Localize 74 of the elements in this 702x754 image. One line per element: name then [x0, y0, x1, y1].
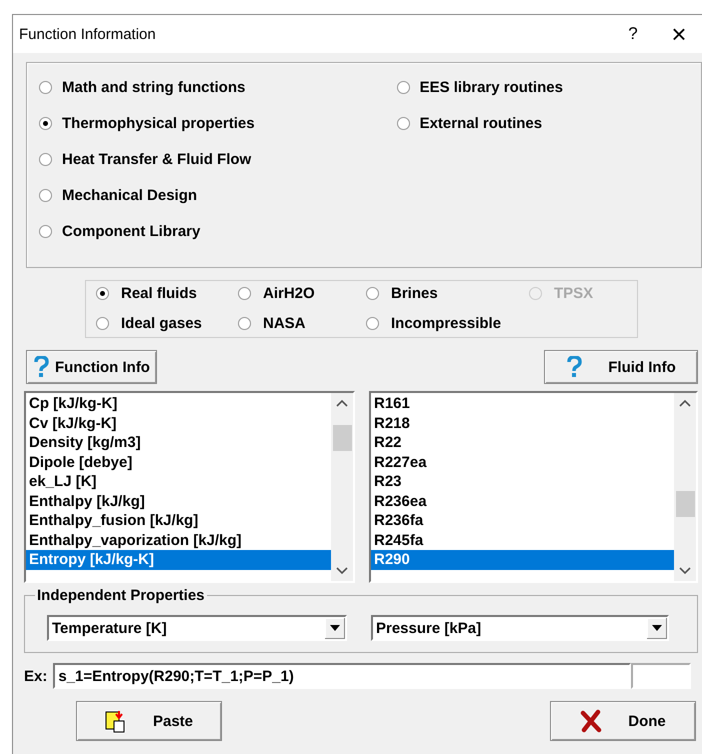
list-item[interactable]: Dipole [debye] — [26, 452, 331, 472]
list-item[interactable]: Cp [kJ/kg-K] — [26, 394, 331, 414]
question-mark-icon — [33, 356, 49, 378]
scroll-thumb[interactable] — [333, 425, 352, 451]
list-item[interactable]: ek_LJ [K] — [26, 472, 331, 492]
list-item[interactable]: R218 — [371, 414, 674, 433]
radio-label: TPSX — [554, 285, 594, 302]
paste-button[interactable]: Paste — [76, 701, 222, 741]
list-item[interactable]: Enthalpy [kJ/kg] — [26, 492, 331, 511]
list-item[interactable]: R23 — [371, 472, 674, 492]
radio-button[interactable] — [96, 316, 109, 330]
radio-button[interactable] — [39, 225, 52, 238]
radio-button[interactable] — [366, 287, 379, 300]
scroll-up-icon[interactable] — [336, 399, 348, 407]
radio-button[interactable] — [39, 117, 52, 130]
list-item[interactable]: Entropy [kJ/kg-K] — [26, 550, 331, 570]
scroll-thumb[interactable] — [676, 491, 695, 517]
example-label: Ex: — [24, 668, 48, 684]
scroll-down-icon[interactable] — [336, 567, 348, 575]
radio-button[interactable] — [396, 117, 410, 130]
list-item[interactable]: R245fa — [371, 530, 674, 550]
list-box[interactable]: R161 R218 R22 R227ea R23 R236ea R236fa R245fa R290 — [369, 391, 698, 583]
radio-label: Brines — [391, 285, 438, 302]
dropdown[interactable]: Temperature [K] — [47, 615, 347, 641]
radio-button[interactable] — [39, 81, 52, 94]
example-field[interactable]: s_1=Entropy(R290;T=T_1;P=P_1) — [53, 663, 632, 689]
list-item[interactable]: R161 — [371, 394, 674, 414]
radio-label: AirH2O — [263, 285, 315, 302]
list-item[interactable]: Enthalpy_vaporization [kJ/kg] — [26, 530, 331, 550]
list-box[interactable]: Cp [kJ/kg-K] Cv [kJ/kg-K] Density [kg/m3] Dipole [debye] ek_LJ [K] Enthalpy [kJ/kg] Enthalpy_fusion [kJ/kg] Enthalpy_vaporization [kJ/kg] Entropy [kJ/kg-K] — [24, 391, 355, 583]
side-field[interactable] — [631, 663, 692, 689]
radio-button[interactable] — [238, 287, 251, 300]
fluid-info-button[interactable]: Fluid Info — [544, 350, 698, 384]
radio-label: External routines — [420, 115, 542, 132]
scrollbar[interactable] — [331, 393, 353, 581]
radio-label: Thermophysical properties — [62, 115, 255, 132]
radio-label: Component Library — [62, 223, 200, 240]
radio-button[interactable] — [39, 153, 52, 166]
radio-button[interactable] — [238, 316, 251, 330]
radio-button[interactable] — [396, 81, 410, 94]
dropdown[interactable]: Pressure [kPa] — [371, 615, 669, 641]
list-item[interactable]: Density [kg/m3] — [26, 433, 331, 452]
clipboard-icon — [104, 709, 127, 733]
list-item[interactable]: R236ea — [371, 492, 674, 511]
radio-label: Incompressible — [391, 314, 502, 332]
radio-label: Math and string functions — [62, 79, 246, 96]
radio-button[interactable] — [96, 287, 109, 300]
radio-button[interactable] — [366, 316, 379, 330]
list-item[interactable]: R227ea — [371, 452, 674, 472]
radio-label: Ideal gases — [121, 314, 202, 332]
scrollbar[interactable] — [674, 393, 696, 581]
done-button[interactable]: Done — [550, 701, 696, 741]
list-item[interactable]: R290 — [371, 550, 674, 570]
radio-label: Real fluids — [121, 285, 197, 302]
group-title: Independent Properties — [35, 587, 207, 604]
list-item[interactable]: Enthalpy_fusion [kJ/kg] — [26, 511, 331, 530]
radio-label: Heat Transfer & Fluid Flow — [62, 151, 252, 168]
radio-label: Mechanical Design — [62, 187, 198, 204]
window-title: Function Information — [19, 26, 157, 42]
dropdown-arrow-icon[interactable] — [652, 625, 662, 631]
radio-button[interactable] — [39, 189, 52, 202]
dropdown-arrow-icon[interactable] — [330, 625, 340, 631]
question-mark-icon — [566, 356, 582, 378]
radio-label: NASA — [263, 314, 306, 332]
scroll-down-icon[interactable] — [679, 567, 691, 575]
list-item[interactable]: Cv [kJ/kg-K] — [26, 414, 331, 433]
cross-icon — [580, 709, 602, 733]
function-info-button[interactable]: Function Info — [26, 350, 157, 384]
scroll-up-icon[interactable] — [679, 399, 691, 407]
list-item[interactable]: R22 — [371, 433, 674, 452]
close-button[interactable]: × — [656, 18, 702, 50]
help-button[interactable]: ? — [610, 24, 656, 44]
radio-label: EES library routines — [420, 79, 563, 96]
list-item[interactable]: R236fa — [371, 511, 674, 530]
